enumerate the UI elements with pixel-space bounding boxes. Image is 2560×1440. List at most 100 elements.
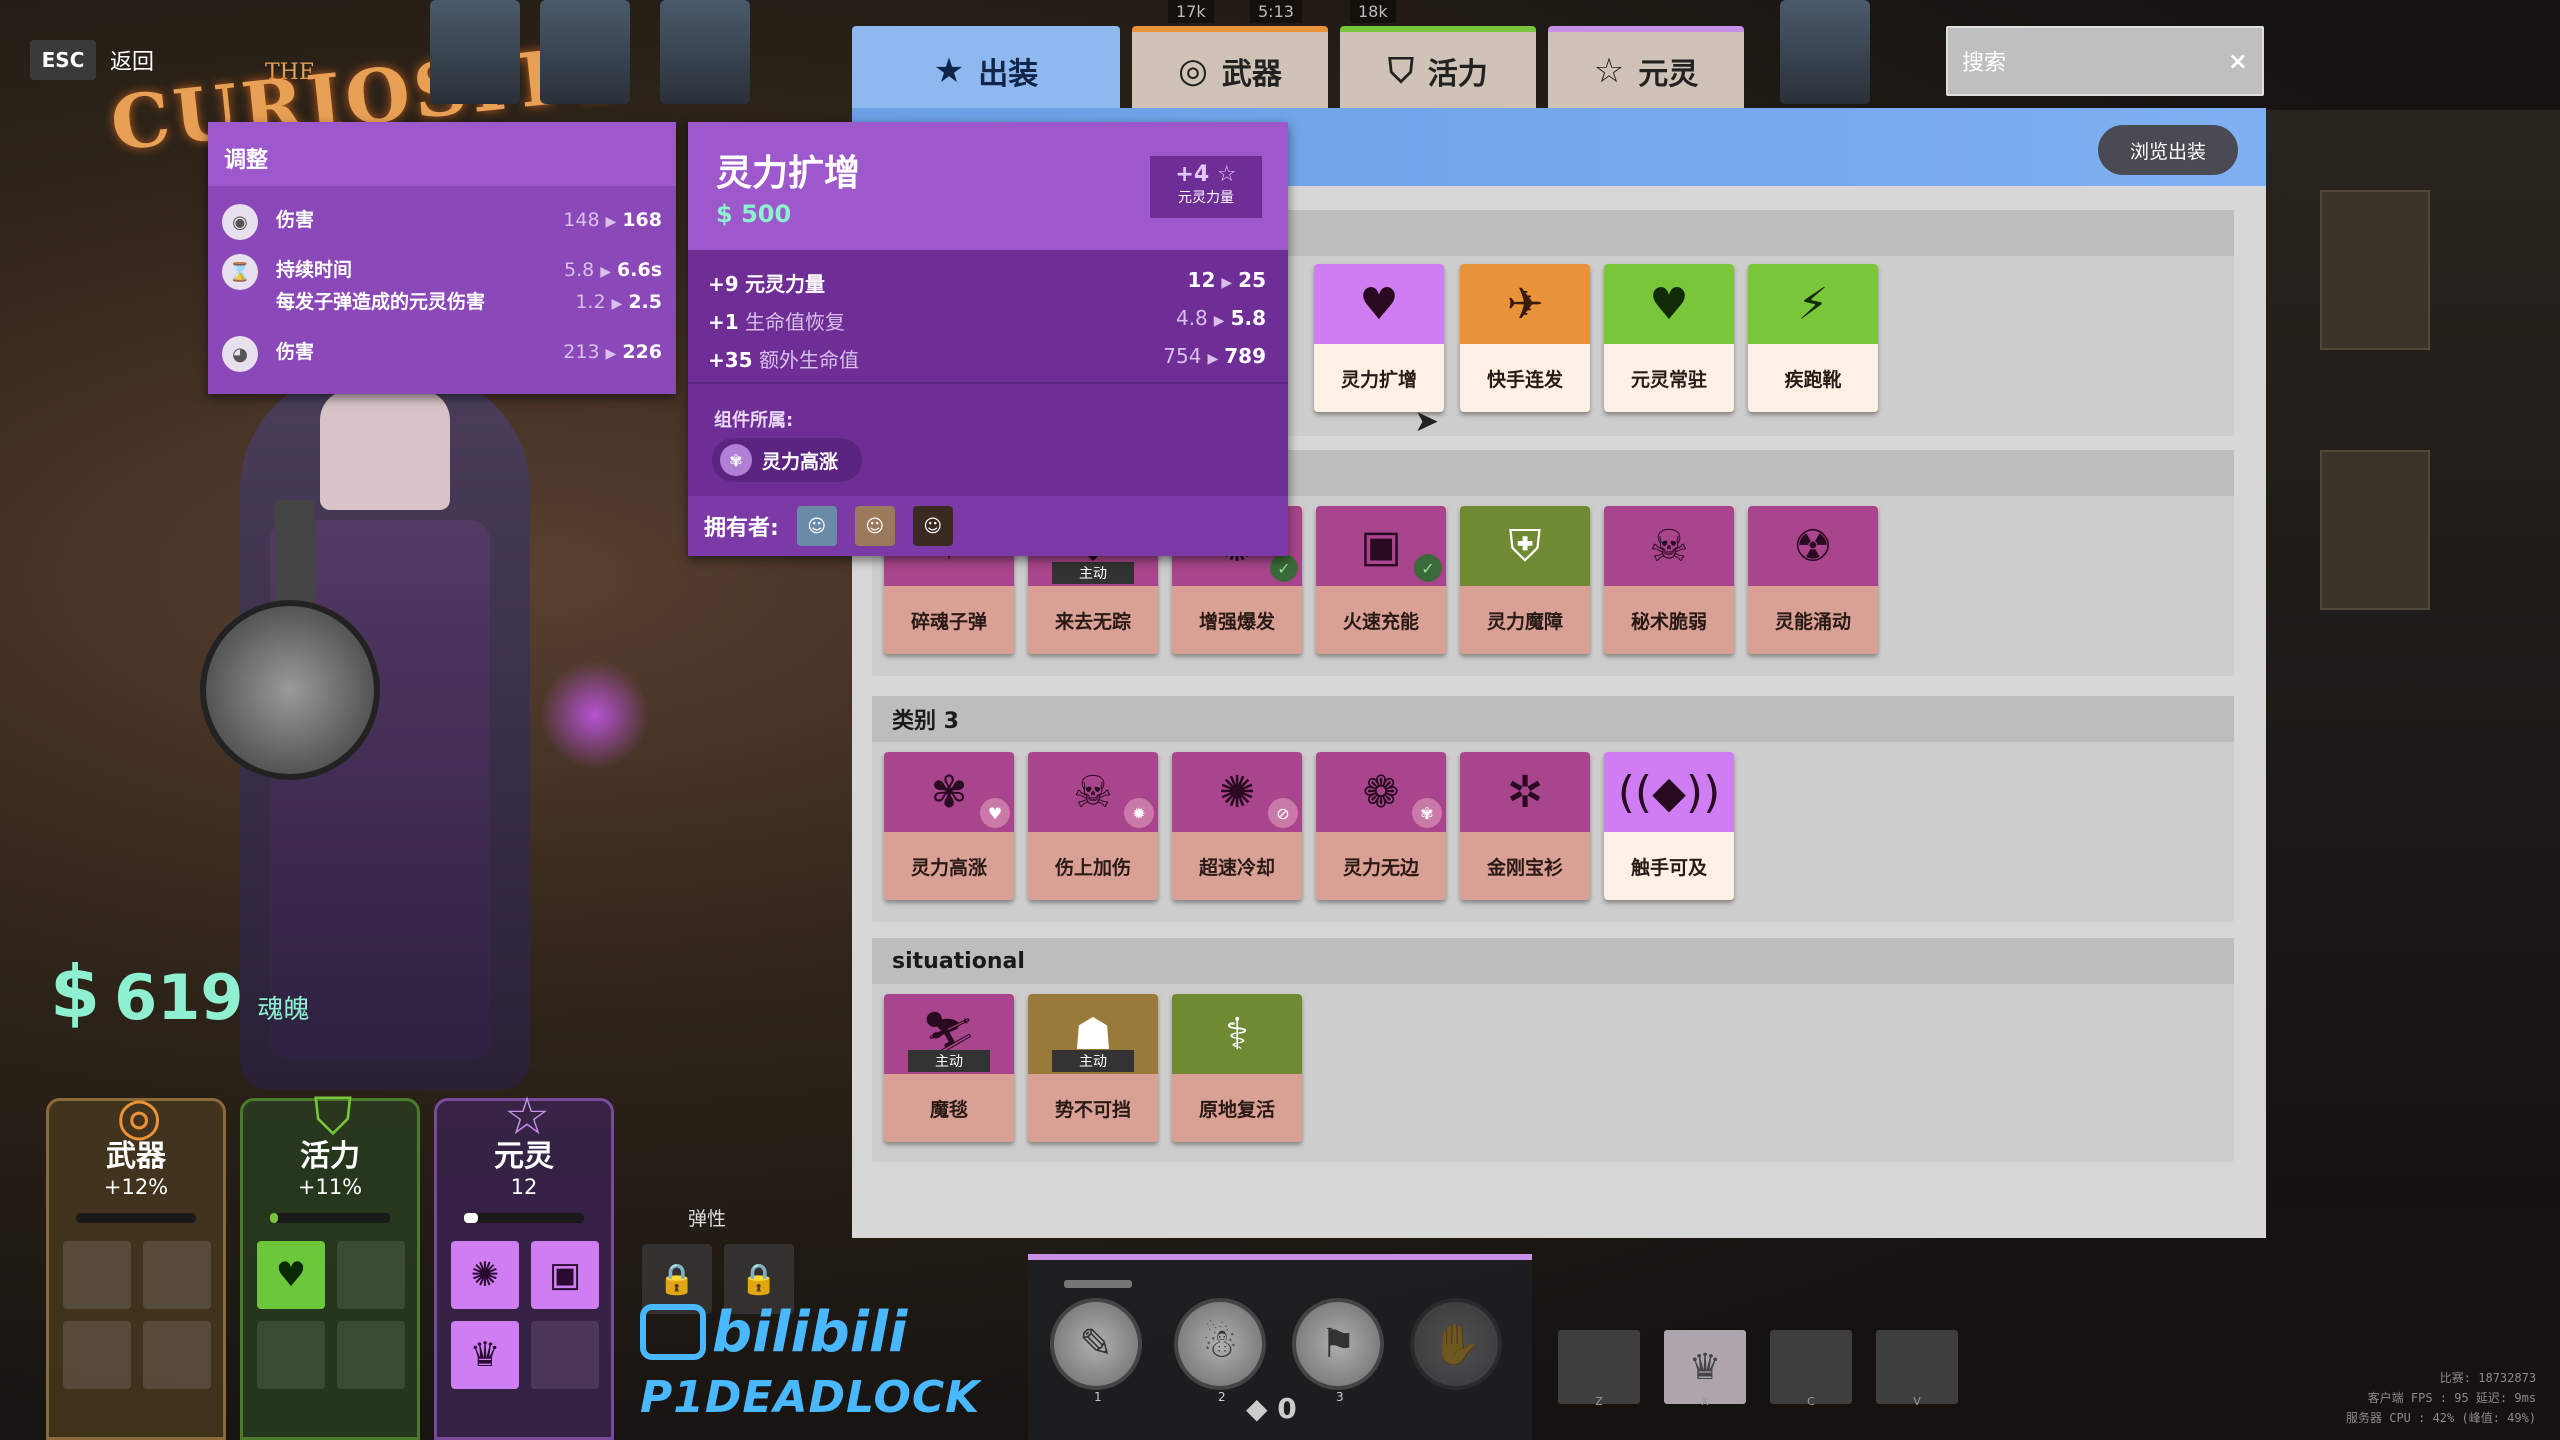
- item-card[interactable]: ♥ 元灵常驻: [1604, 264, 1734, 412]
- battery-charge-icon: ▣: [548, 1255, 582, 1295]
- magic-carpet-icon: ⛷ 主动: [884, 994, 1014, 1074]
- boundless-spirit-icon: ❁ ✾: [1316, 752, 1446, 832]
- spirit-swirl-icon: ✾ ♥: [884, 752, 1014, 832]
- adjustment-tooltip: 调整 ◉ 伤害 148 ▶ 168 ⌛ 持续时间 5.8 ▶ 6.6s 每发子弹造成的元…: [208, 122, 676, 394]
- stat-progress: [76, 1213, 196, 1223]
- empty-slot[interactable]: [63, 1241, 131, 1309]
- new-value: 226: [622, 341, 662, 363]
- hotkey-label: Z: [1595, 1395, 1603, 1408]
- ultimate-ability-icon[interactable]: ✋: [1410, 1298, 1502, 1390]
- clear-icon[interactable]: ×: [2228, 47, 2248, 75]
- damage-icon: ◉: [222, 204, 258, 240]
- item-name: 灵能涌动: [1748, 586, 1878, 654]
- item-card[interactable]: ✲ 金刚宝衫: [1460, 752, 1590, 900]
- empty-slot[interactable]: [143, 1241, 211, 1309]
- active-badge: 主动: [1052, 562, 1134, 584]
- owned-mark-icon: ✹: [1124, 798, 1154, 828]
- active-item-slot-c[interactable]: C: [1770, 1330, 1852, 1408]
- hotkey-label: C: [1807, 1395, 1815, 1408]
- component-item[interactable]: ✾ 灵力高涨: [712, 438, 862, 482]
- owner-avatar: ☺: [912, 506, 953, 546]
- owned-item-slot[interactable]: ♛: [451, 1321, 519, 1389]
- active-item-slot-z[interactable]: Z: [1558, 1330, 1640, 1408]
- hero-portrait: [430, 0, 520, 104]
- ability-2-icon[interactable]: ☃: [1174, 1298, 1266, 1390]
- empty-slot[interactable]: [63, 1321, 131, 1389]
- item-card[interactable]: ☗ 主动 势不可挡: [1028, 994, 1158, 1142]
- ability-3-icon[interactable]: ⚑: [1292, 1298, 1384, 1390]
- empty-slot[interactable]: [337, 1241, 405, 1309]
- owned-mark-icon: ⊘: [1268, 798, 1298, 828]
- item-card[interactable]: ✾ ♥ 灵力高涨: [884, 752, 1014, 900]
- owner-avatar: ☺: [854, 506, 895, 546]
- tab-vitality[interactable]: ⛉ 活力: [1340, 26, 1536, 110]
- vitality-stat-column: ⛉ 活力 +11% ♥: [240, 1087, 420, 1440]
- tab-build[interactable]: ★ 出装: [852, 26, 1120, 110]
- item-card[interactable]: ☠ 秘术脆弱: [1604, 506, 1734, 654]
- ability-1-icon[interactable]: ✎: [1050, 1298, 1142, 1390]
- empty-slot[interactable]: [143, 1321, 211, 1389]
- weapon-target-icon: ◎: [116, 1087, 162, 1147]
- hotkey-label: V: [1913, 1395, 1921, 1408]
- item-card[interactable]: ❁ ✾ 灵力无边: [1316, 752, 1446, 900]
- active-item-slot-x[interactable]: ♛ X: [1664, 1330, 1746, 1408]
- souls-icon: $: [716, 200, 733, 228]
- spirit-star-icon: ☆: [503, 1087, 551, 1147]
- adjust-value: 1.2 ▶ 2.5: [575, 291, 662, 313]
- stat-value: 12: [510, 1175, 538, 1199]
- adjust-row: ◉ 伤害 148 ▶ 168: [222, 204, 662, 240]
- browse-builds-button[interactable]: 浏览出装: [2098, 125, 2238, 175]
- active-item-slot-v[interactable]: V: [1876, 1330, 1958, 1408]
- old-value: 148: [563, 209, 600, 231]
- owned-item-slot[interactable]: ▣: [531, 1241, 599, 1309]
- diamond-vest-icon: ✲: [1460, 752, 1590, 832]
- item-card[interactable]: ⚡ 疾跑靴: [1748, 264, 1878, 412]
- esc-key-button[interactable]: ESC: [30, 40, 96, 80]
- cost-value: 500: [741, 200, 792, 228]
- back-button[interactable]: 返回: [110, 44, 154, 76]
- stat-label: 元灵力量: [745, 272, 826, 296]
- souls-unit: 魂魄: [257, 995, 310, 1025]
- tab-weapon[interactable]: ◎ 武器: [1132, 26, 1328, 110]
- category-3-header: 类别 3: [872, 696, 2234, 742]
- empty-slot[interactable]: [257, 1321, 325, 1389]
- owned-item-slot[interactable]: ✺: [451, 1241, 519, 1309]
- item-card[interactable]: ✈ 快手连发: [1460, 264, 1590, 412]
- unstoppable-icon: ☗ 主动: [1028, 994, 1158, 1074]
- ability-point-icon: ◆: [1246, 1392, 1268, 1425]
- empty-slot[interactable]: [337, 1321, 405, 1389]
- tab-spirit[interactable]: ☆ 元灵: [1548, 26, 1744, 110]
- item-card[interactable]: ⛷ 主动 魔毯: [884, 994, 1014, 1142]
- item-card[interactable]: ▣ ✓ 火速充能: [1316, 506, 1446, 654]
- battery-charge-icon: ▣ ✓: [1316, 506, 1446, 586]
- owned-item-slot[interactable]: ♥: [257, 1241, 325, 1309]
- item-name: 灵力扩增: [1314, 344, 1444, 412]
- empty-slot[interactable]: [531, 1321, 599, 1389]
- stat-label: 额外生命值: [758, 348, 859, 372]
- search-placeholder: 搜索: [1962, 51, 2007, 76]
- item-card[interactable]: ⚕ 原地复活: [1172, 994, 1302, 1142]
- item-card[interactable]: ☢ 灵能涌动: [1748, 506, 1878, 654]
- item-card[interactable]: ((◆)) 触手可及: [1604, 752, 1734, 900]
- item-card[interactable]: ✺ ⊘ 超速冷却: [1172, 752, 1302, 900]
- adjust-value: 5.8 ▶ 6.6s: [564, 259, 662, 281]
- old-value: 5.8: [564, 259, 595, 281]
- item-name: 触手可及: [1604, 832, 1734, 900]
- stat-progress: [270, 1213, 390, 1223]
- search-input[interactable]: 搜索 ×: [1946, 26, 2264, 96]
- item-card[interactable]: ⛨ 灵力魔障: [1460, 506, 1590, 654]
- item-card[interactable]: ☠ ✹ 伤上加伤: [1028, 752, 1158, 900]
- tab-label: 元灵: [1638, 57, 1699, 92]
- component-name: 灵力高涨: [762, 450, 839, 473]
- active-badge: 主动: [908, 1050, 990, 1072]
- tooltip-cost: $ 500: [716, 200, 791, 228]
- stat-amount: +1: [708, 310, 739, 334]
- burst-icon: ✺: [470, 1255, 500, 1295]
- item-name: 原地复活: [1172, 1074, 1302, 1142]
- new-value: 2.5: [628, 291, 662, 313]
- tab-label: 活力: [1427, 57, 1488, 92]
- active-badge: 主动: [1052, 1050, 1134, 1072]
- old-value: 1.2: [575, 291, 606, 313]
- tab-label: 出装: [978, 57, 1039, 92]
- item-card[interactable]: ♥ 灵力扩增: [1314, 264, 1444, 412]
